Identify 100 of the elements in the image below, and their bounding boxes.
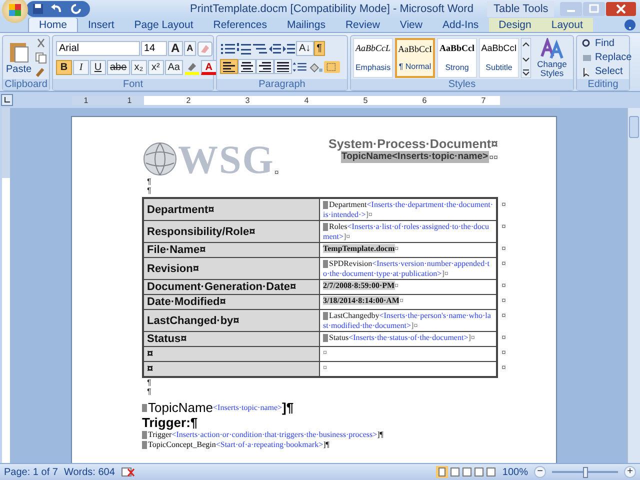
line-spacing-icon[interactable] <box>292 60 308 74</box>
row-end-mark: ¤ <box>502 259 506 268</box>
office-button[interactable] <box>2 0 28 23</box>
sort-button[interactable]: A↓ <box>296 41 314 56</box>
close-icon[interactable] <box>606 2 636 16</box>
horizontal-ruler[interactable]: 1 1 2 3 4 5 6 7 <box>72 96 560 104</box>
row-end-mark: ¤ <box>502 200 506 209</box>
editing-button[interactable]: Find <box>580 37 616 50</box>
editing-button[interactable]: Select <box>580 65 625 78</box>
ruler-number: 1 <box>126 96 133 104</box>
table-cell: Revision¤ <box>144 258 320 279</box>
ribbon-tab[interactable]: Home <box>28 17 78 32</box>
logo: WSG <box>178 143 274 177</box>
ribbon-tab[interactable]: Layout <box>541 18 593 32</box>
multilevel-list-icon[interactable] <box>252 42 268 56</box>
subheading: Trigger:¶ <box>142 415 199 430</box>
paragraph-mark: ¶ <box>147 387 152 396</box>
increase-indent-icon[interactable] <box>282 42 296 56</box>
format-button[interactable]: I <box>73 60 89 74</box>
row-end-mark: ¤ <box>502 348 506 357</box>
gallery-scroll-icon[interactable] <box>521 38 531 78</box>
zoom-thumb[interactable] <box>583 466 588 478</box>
ribbon-tab[interactable]: Design <box>488 18 542 32</box>
table-cell-text: TempTemplate.docm¤ <box>322 243 400 255</box>
format-button[interactable]: U <box>90 60 106 74</box>
align-button[interactable] <box>220 59 238 74</box>
brush-icon[interactable] <box>34 66 47 78</box>
tab-selector-icon[interactable] <box>1 94 13 106</box>
format-button[interactable]: x² <box>148 60 164 74</box>
group-label: Clipboard <box>3 79 49 90</box>
align-button[interactable] <box>238 59 256 74</box>
style-tile[interactable]: AaBbCcL Emphasis <box>353 38 393 78</box>
grow-font-button[interactable]: A <box>168 41 183 56</box>
document-title: System·Process·Document¤ <box>328 137 498 151</box>
format-button[interactable]: Aa <box>164 60 183 74</box>
align-button[interactable] <box>274 59 292 74</box>
paste-button[interactable]: Paste <box>6 40 32 75</box>
bullets-icon[interactable] <box>220 42 236 56</box>
copy-icon[interactable] <box>34 52 47 64</box>
ruler-number: 6 <box>421 96 428 104</box>
group-label: Paragraph <box>217 79 347 90</box>
save-icon[interactable] <box>32 3 44 15</box>
ribbon-tab[interactable]: Insert <box>78 18 124 32</box>
row-end-mark: ¤ <box>502 281 506 290</box>
view-buttons-icon[interactable] <box>436 466 496 478</box>
ribbon-tab[interactable]: Page Layout <box>124 18 204 32</box>
table-cell: File·Name¤ <box>144 243 320 257</box>
format-button[interactable]: B <box>56 60 72 74</box>
help-icon[interactable] <box>624 19 636 31</box>
paragraph-mark: ¶ <box>147 177 152 186</box>
table-cell: ¤ <box>144 362 320 376</box>
zoom-out-button[interactable]: − <box>534 466 546 478</box>
shrink-font-button[interactable]: A <box>184 41 196 56</box>
editing-button[interactable]: Replace <box>580 51 634 64</box>
ribbon-tab[interactable]: Add-Ins <box>432 18 489 32</box>
cell-mark: ¤ <box>274 168 279 177</box>
vertical-scrollbar[interactable] <box>627 108 640 463</box>
ruler-number: 7 <box>480 96 487 104</box>
redo-icon[interactable] <box>70 3 82 15</box>
table-cell: Department¤ <box>144 199 320 220</box>
style-tile[interactable]: AaBbCcl Strong <box>437 38 477 78</box>
ruler-number: 4 <box>303 96 310 104</box>
table-cell-text: Department<Inserts·the·department·the·document·is·intended·>]¤ <box>322 199 494 220</box>
word-count[interactable]: Words: 604 <box>64 466 115 478</box>
borders-icon[interactable] <box>324 60 340 74</box>
table-cell-text: Roles<Inserts·a·list·of·roles·assigned·to·the·document>]¤ <box>322 221 490 242</box>
font-color-button[interactable]: A <box>200 60 217 74</box>
ribbon-tab[interactable]: Mailings <box>276 18 336 32</box>
format-button[interactable]: abe <box>107 60 130 74</box>
style-tile[interactable]: AaBbCcI ¶ Normal <box>395 38 435 78</box>
font-name-field[interactable]: Arial <box>56 41 140 56</box>
cell-mark: ¤ <box>494 152 498 162</box>
numbering-icon[interactable] <box>236 42 252 56</box>
font-size-field[interactable]: 14 <box>141 41 167 56</box>
proofing-icon[interactable] <box>120 466 135 478</box>
style-tile[interactable]: AaBbCcI Subtitle <box>479 38 519 78</box>
decrease-indent-icon[interactable] <box>268 42 282 56</box>
table-cell-text: LastChangedby<Inserts·the·person's·name·who·last·modified·the·document>]¤ <box>322 310 492 331</box>
row-end-mark: ¤ <box>502 296 506 305</box>
format-button[interactable]: x₂ <box>130 60 147 74</box>
ribbon-tab[interactable]: Review <box>335 18 390 32</box>
paragraph-mark: ¶ <box>147 378 152 387</box>
table-cell-text: ¤ <box>322 362 328 374</box>
row-end-mark: ¤ <box>502 222 506 231</box>
zoom-in-button[interactable]: + <box>624 466 636 478</box>
undo-icon[interactable] <box>50 3 64 15</box>
row-end-mark: ¤ <box>502 363 506 372</box>
ruler-number: 5 <box>362 96 369 104</box>
ribbon-tab[interactable]: View <box>390 18 432 32</box>
table-cell-text: 2/7/2008·8:59:00·PM¤ <box>322 280 400 292</box>
page-count[interactable]: Page: 1 of 7 <box>4 466 58 478</box>
table-cell-text: ¤ <box>322 347 328 359</box>
show-marks-button[interactable]: ¶ <box>314 41 326 56</box>
align-button[interactable] <box>256 59 274 74</box>
cut-icon[interactable] <box>34 38 47 50</box>
row-end-mark: ¤ <box>502 333 506 342</box>
ribbon-tab[interactable]: References <box>203 18 277 32</box>
change-styles-button[interactable]: Change Styles <box>533 38 571 78</box>
styles-icon <box>540 38 564 60</box>
zoom-level[interactable]: 100% <box>502 466 528 478</box>
